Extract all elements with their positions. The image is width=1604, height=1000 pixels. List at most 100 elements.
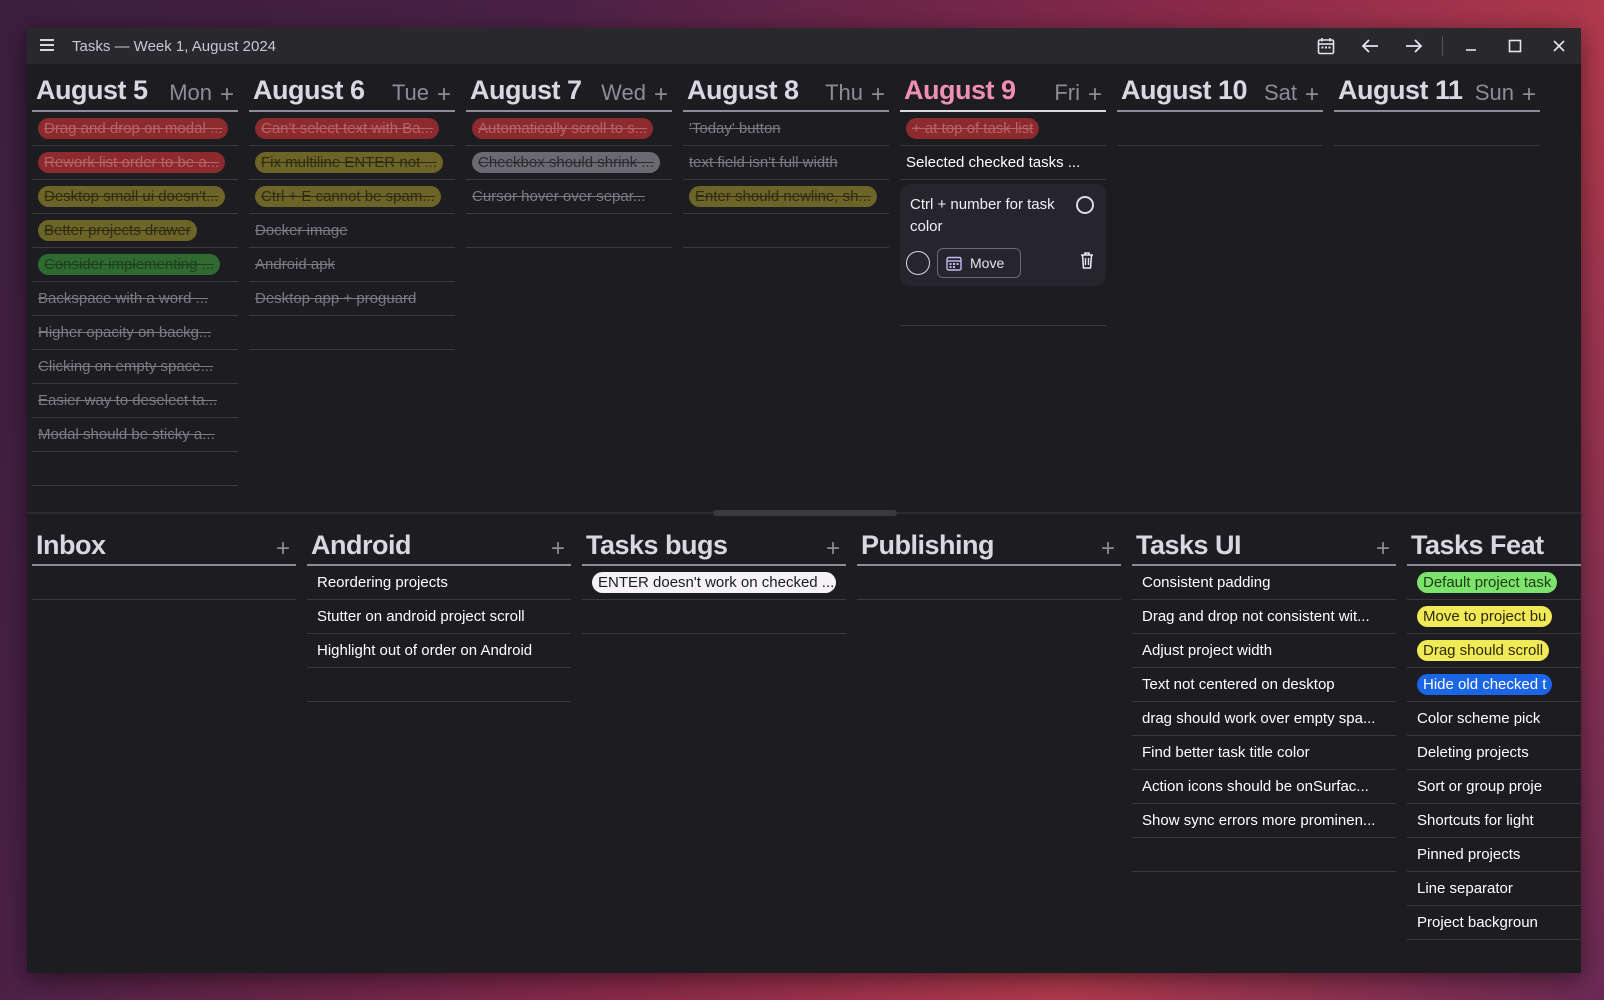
day-header: August 6 Tue + (249, 74, 455, 112)
trash-icon[interactable] (1080, 251, 1094, 274)
empty-drop-row[interactable] (1117, 112, 1323, 146)
task-row[interactable]: Action icons should be onSurfac... (1132, 770, 1396, 804)
color-circle-icon[interactable] (1076, 196, 1094, 214)
move-button[interactable]: Move (937, 248, 1021, 278)
task-row[interactable]: Better projects drawer (32, 214, 238, 248)
empty-drop-row[interactable] (683, 214, 889, 248)
task-row[interactable]: Easier way to deselect ta... (32, 384, 238, 418)
empty-drop-row[interactable] (249, 316, 455, 350)
task-row[interactable]: Color scheme pick (1407, 702, 1581, 736)
task-row[interactable]: Cursor hover over separ... (466, 180, 672, 214)
add-task-button[interactable]: + (826, 537, 840, 561)
calendar-icon[interactable] (1304, 28, 1348, 64)
project-name: Android (311, 530, 411, 560)
empty-drop-row[interactable] (582, 600, 846, 634)
close-icon[interactable] (1537, 28, 1581, 64)
task-row[interactable]: Clicking on empty space... (32, 350, 238, 384)
task-row[interactable]: Deleting projects (1407, 736, 1581, 770)
task-row[interactable]: Higher opacity on backg... (32, 316, 238, 350)
project-column: Tasks UI + Consistent padding Drag and drop… (1132, 530, 1396, 973)
empty-drop-row[interactable] (1407, 940, 1581, 973)
task-row[interactable]: Enter should newline, sh... (683, 180, 889, 214)
task-title: Shortcuts for light (1417, 812, 1534, 829)
task-row[interactable]: Modal should be sticky a... (32, 418, 238, 452)
task-row[interactable]: + at top of task list (900, 112, 1106, 146)
task-row[interactable]: Desktop small ui doesn't... (32, 180, 238, 214)
checkbox-circle[interactable] (906, 251, 930, 275)
project-header: Inbox + (32, 530, 296, 566)
task-row[interactable]: Fix multiline ENTER not ... (249, 146, 455, 180)
task-row[interactable]: Consider implementing ... (32, 248, 238, 282)
task-row[interactable]: Desktop app + proguard (249, 282, 455, 316)
empty-drop-row[interactable] (32, 566, 296, 600)
add-task-button[interactable]: + (1088, 83, 1102, 107)
project-name: Inbox (36, 530, 106, 560)
task-row[interactable]: Can't select text with Ba... (249, 112, 455, 146)
empty-drop-row[interactable] (900, 292, 1106, 326)
task-row[interactable]: Docker image (249, 214, 455, 248)
day-header: August 11 Sun + (1334, 74, 1540, 112)
task-row[interactable]: 'Today' button (683, 112, 889, 146)
task-row[interactable]: Stutter on android project scroll (307, 600, 571, 634)
add-task-button[interactable]: + (654, 83, 668, 107)
task-edit-field[interactable]: Ctrl + number for task color (910, 194, 1070, 238)
empty-drop-row[interactable] (1132, 838, 1396, 872)
task-row[interactable]: Checkbox should shrink ... (466, 146, 672, 180)
task-row[interactable]: drag should work over empty spa... (1132, 702, 1396, 736)
task-row[interactable]: Android apk (249, 248, 455, 282)
add-task-button[interactable]: + (437, 83, 451, 107)
task-row[interactable]: Find better task title color (1132, 736, 1396, 770)
task-row[interactable]: Default project task (1407, 566, 1581, 600)
task-row[interactable]: Shortcuts for light (1407, 804, 1581, 838)
add-task-button[interactable]: + (871, 83, 885, 107)
empty-drop-row[interactable] (857, 566, 1121, 600)
empty-drop-row[interactable] (307, 668, 571, 702)
task-row[interactable]: Move to project bu (1407, 600, 1581, 634)
task-row[interactable]: Adjust project width (1132, 634, 1396, 668)
task-row[interactable]: Show sync errors more prominen... (1132, 804, 1396, 838)
empty-drop-row[interactable] (32, 452, 238, 486)
task-row[interactable]: Reordering projects (307, 566, 571, 600)
hamburger-menu-icon[interactable] (40, 39, 54, 51)
add-task-button[interactable]: + (1305, 83, 1319, 107)
day-date: August 9 (904, 75, 1016, 105)
task-row[interactable]: Drag and drop not consistent wit... (1132, 600, 1396, 634)
task-row[interactable]: Project backgroun (1407, 906, 1581, 940)
task-row[interactable]: text field isn't full width (683, 146, 889, 180)
app-window: Tasks — Week 1, August 2024 August 5 Mon (27, 28, 1581, 973)
day-date: August 11 (1338, 75, 1463, 105)
add-task-button[interactable]: + (1522, 83, 1536, 107)
task-row[interactable]: Hide old checked t (1407, 668, 1581, 702)
splitter-drag-handle[interactable] (713, 510, 897, 516)
day-weekday: Sun (1474, 80, 1514, 105)
task-row[interactable]: ENTER doesn't work on checked ... (582, 566, 846, 600)
add-task-button[interactable]: + (1101, 537, 1115, 561)
calendar-icon (946, 256, 962, 271)
empty-drop-row[interactable] (466, 214, 672, 248)
empty-drop-row[interactable] (1334, 112, 1540, 146)
task-title: Action icons should be onSurfac... (1142, 778, 1369, 795)
arrow-left-icon[interactable] (1348, 28, 1392, 64)
maximize-icon[interactable] (1493, 28, 1537, 64)
task-row[interactable]: Selected checked tasks ... (900, 146, 1106, 180)
add-task-button[interactable]: + (551, 537, 565, 561)
minimize-icon[interactable] (1449, 28, 1493, 64)
task-row[interactable]: Automatically scroll to s... (466, 112, 672, 146)
title-bar: Tasks — Week 1, August 2024 (27, 28, 1581, 64)
task-row[interactable]: Text not centered on desktop (1132, 668, 1396, 702)
task-row[interactable]: Ctrl + E cannot be spam... (249, 180, 455, 214)
add-task-button[interactable]: + (1376, 537, 1390, 561)
task-row[interactable]: Drag should scroll (1407, 634, 1581, 668)
add-task-button[interactable]: + (220, 83, 234, 107)
task-row[interactable]: Consistent padding (1132, 566, 1396, 600)
task-row[interactable]: Pinned projects (1407, 838, 1581, 872)
task-row[interactable]: Highlight out of order on Android (307, 634, 571, 668)
task-row[interactable]: Backspace with a word ... (32, 282, 238, 316)
task-row[interactable]: Sort or group proje (1407, 770, 1581, 804)
task-row[interactable]: Rework list order to be a... (32, 146, 238, 180)
add-task-button[interactable]: + (276, 537, 290, 561)
task-row[interactable]: Line separator (1407, 872, 1581, 906)
arrow-right-icon[interactable] (1392, 28, 1436, 64)
task-title: Sort or group proje (1417, 778, 1543, 795)
task-row[interactable]: Drag and drop on modal ... (32, 112, 238, 146)
